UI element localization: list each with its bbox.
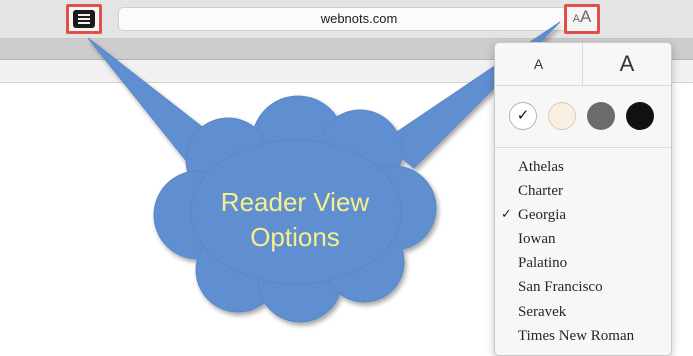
font-item-san-francisco[interactable]: San Francisco bbox=[495, 275, 671, 299]
selected-font-check-icon: ✓ bbox=[501, 207, 512, 223]
font-item-palatino[interactable]: Palatino bbox=[495, 251, 671, 275]
font-name: Charter bbox=[518, 183, 563, 200]
theme-row: ✓ bbox=[495, 86, 671, 148]
font-item-seravek[interactable]: Seravek bbox=[495, 300, 671, 324]
font-size-row: A A bbox=[495, 43, 671, 86]
reader-options-popover: A A ✓ Athelas Charter ✓ Georgia Iowan Pal… bbox=[494, 42, 672, 356]
theme-selected-check-icon: ✓ bbox=[516, 107, 530, 124]
font-item-georgia[interactable]: ✓ Georgia bbox=[495, 203, 671, 227]
theme-night-button[interactable] bbox=[626, 102, 654, 130]
callout-line-1: Reader View bbox=[220, 187, 370, 217]
font-item-times-new-roman[interactable]: Times New Roman bbox=[495, 324, 671, 348]
font-name: San Francisco bbox=[518, 279, 603, 296]
font-name: Times New Roman bbox=[518, 327, 635, 344]
increase-font-size-button[interactable]: A bbox=[583, 43, 671, 85]
theme-white-button[interactable]: ✓ bbox=[509, 102, 537, 130]
font-item-charter[interactable]: Charter bbox=[495, 179, 671, 203]
font-item-athelas[interactable]: Athelas bbox=[495, 155, 671, 179]
font-name: Seravek bbox=[518, 303, 567, 320]
font-name: Athelas bbox=[518, 159, 564, 175]
callout-label: Reader View Options bbox=[190, 185, 400, 255]
decrease-font-size-button[interactable]: A bbox=[495, 43, 583, 85]
font-item-iowan[interactable]: Iowan bbox=[495, 227, 671, 251]
font-name: Palatino bbox=[518, 255, 568, 272]
callout-line-2: Options bbox=[250, 222, 340, 252]
theme-gray-button[interactable] bbox=[587, 102, 615, 130]
theme-sepia-button[interactable] bbox=[548, 102, 576, 130]
font-name: Iowan bbox=[518, 231, 556, 248]
font-list: Athelas Charter ✓ Georgia Iowan Palatino … bbox=[495, 155, 671, 348]
font-name: Georgia bbox=[518, 207, 567, 224]
